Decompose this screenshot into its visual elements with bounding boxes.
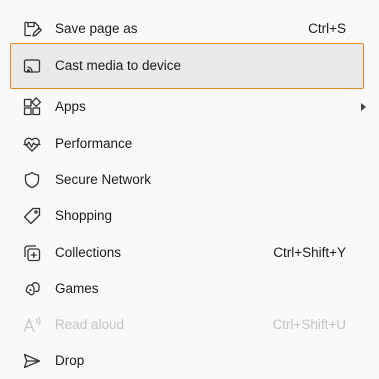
collections-icon [22, 243, 42, 263]
menu-item-cast-media[interactable]: Cast media to device [10, 43, 364, 89]
menu-item-performance[interactable]: Performance [10, 126, 364, 162]
keyboard-shortcut: Ctrl+Shift+U [272, 317, 346, 332]
menu-item-save-page-as[interactable]: Save page as Ctrl+S [10, 11, 364, 47]
menu-item-label: Secure Network [55, 172, 152, 187]
menu-item-label: Games [55, 281, 99, 296]
submenu-arrow-icon [361, 103, 366, 111]
menu-item-label: Shopping [55, 208, 113, 223]
cast-icon [22, 56, 42, 76]
menu-item-read-aloud[interactable]: Read aloud Ctrl+Shift+U [10, 307, 364, 343]
shield-icon [22, 170, 42, 190]
menu-item-games[interactable]: Games [10, 271, 364, 307]
keyboard-shortcut: Ctrl+Shift+Y [273, 245, 346, 260]
menu-item-shopping[interactable]: Shopping [10, 198, 364, 234]
menu-item-apps[interactable]: Apps [10, 89, 366, 125]
menu-item-label: Save page as [55, 21, 138, 36]
tag-icon [22, 206, 42, 226]
menu-item-collections[interactable]: Collections Ctrl+Shift+Y [10, 235, 364, 271]
save-icon [22, 19, 42, 39]
browser-context-menu: Save page as Ctrl+S Cast media to device… [0, 0, 379, 374]
performance-icon [22, 134, 42, 154]
games-icon [22, 279, 42, 299]
read-aloud-icon [22, 315, 42, 335]
send-icon [22, 351, 42, 371]
apps-icon [22, 97, 42, 117]
menu-item-label: Read aloud [55, 317, 125, 332]
menu-item-label: Collections [55, 245, 122, 260]
menu-item-label: Apps [55, 99, 86, 114]
keyboard-shortcut: Ctrl+S [308, 21, 346, 36]
menu-item-label: Cast media to device [55, 58, 182, 73]
menu-item-label: Performance [55, 136, 133, 151]
menu-item-secure-network[interactable]: Secure Network [10, 162, 364, 198]
